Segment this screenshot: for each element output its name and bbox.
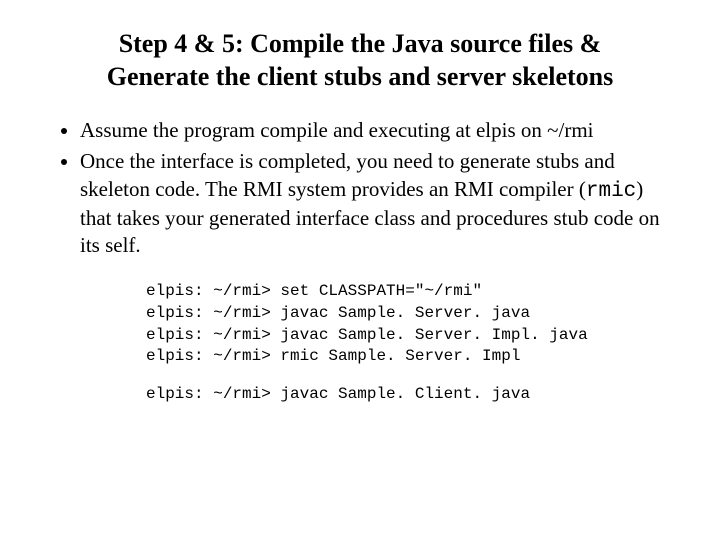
bullet-2: Once the interface is completed, you nee… xyxy=(80,148,670,259)
bullet-1-text: Assume the program compile and executing… xyxy=(80,118,594,142)
code-line-4: elpis: ~/rmi> rmic Sample. Server. Impl xyxy=(146,347,520,365)
bullet-2-code: rmic xyxy=(586,180,636,203)
title-line-1: Step 4 & 5: Compile the Java source file… xyxy=(119,29,602,58)
bullet-2-pre: Once the interface is completed, you nee… xyxy=(80,149,615,200)
title-line-2: Generate the client stubs and server ske… xyxy=(107,62,613,91)
slide: Step 4 & 5: Compile the Java source file… xyxy=(0,0,720,540)
bullet-1: Assume the program compile and executing… xyxy=(80,117,670,144)
code-line-5: elpis: ~/rmi> javac Sample. Client. java xyxy=(146,385,530,403)
code-line-3: elpis: ~/rmi> javac Sample. Server. Impl… xyxy=(146,326,588,344)
code-line-2: elpis: ~/rmi> javac Sample. Server. java xyxy=(146,304,530,322)
code-gap xyxy=(146,368,670,384)
code-line-1: elpis: ~/rmi> set CLASSPATH="~/rmi" xyxy=(146,282,482,300)
bullet-list: Assume the program compile and executing… xyxy=(56,117,670,259)
code-block: elpis: ~/rmi> set CLASSPATH="~/rmi" elpi… xyxy=(146,281,670,405)
slide-title: Step 4 & 5: Compile the Java source file… xyxy=(80,28,640,93)
